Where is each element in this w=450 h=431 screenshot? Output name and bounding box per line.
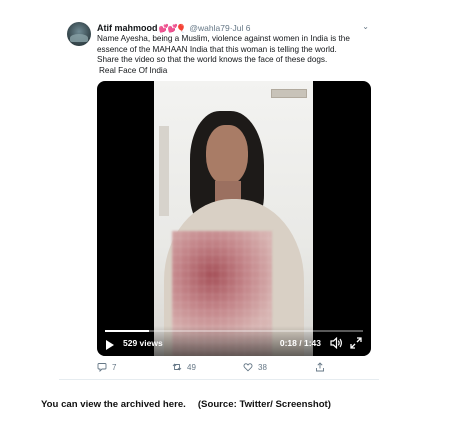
display-name[interactable]: Atif mahmood bbox=[97, 23, 158, 33]
tweet-text: Name Ayesha, being a Muslim, violence ag… bbox=[97, 34, 387, 76]
reply-button[interactable]: 7 bbox=[97, 362, 116, 372]
video-frame bbox=[154, 81, 313, 356]
retweet-count: 49 bbox=[187, 362, 196, 372]
tweet-text-line: Share the video so that the world knows … bbox=[97, 55, 328, 65]
avatar[interactable] bbox=[67, 22, 91, 46]
tweet-card[interactable]: Atif mahmood 💕💕🎈 @wahla79 · Jul 6 ⌄ Name… bbox=[59, 10, 379, 380]
fullscreen-icon[interactable] bbox=[350, 337, 362, 349]
progress-bar[interactable] bbox=[105, 330, 363, 332]
divider bbox=[59, 379, 379, 380]
retweet-icon bbox=[172, 363, 182, 371]
reply-icon bbox=[97, 363, 107, 372]
tweet-text-line: Real Face Of India bbox=[99, 65, 168, 75]
progress-fill bbox=[105, 330, 149, 332]
like-button[interactable]: 38 bbox=[243, 362, 267, 372]
share-icon bbox=[316, 362, 324, 372]
play-icon[interactable] bbox=[106, 340, 114, 350]
volume-icon[interactable] bbox=[330, 337, 343, 349]
view-count: 529 views bbox=[123, 338, 163, 348]
user-handle[interactable]: @wahla79 bbox=[189, 23, 229, 33]
reply-count: 7 bbox=[112, 362, 117, 372]
tweet-header: Atif mahmood 💕💕🎈 @wahla79 · Jul 6 ⌄ bbox=[97, 21, 373, 35]
retweet-button[interactable]: 49 bbox=[172, 362, 196, 372]
image-caption: You can view the archived here. (Source: … bbox=[41, 399, 441, 410]
caption-text: You can view the archived here. bbox=[41, 399, 186, 410]
person-face bbox=[206, 125, 248, 185]
tweet-text-line: Name Ayesha, being a Muslim, violence ag… bbox=[97, 34, 350, 43]
chevron-down-icon[interactable]: ⌄ bbox=[362, 22, 369, 31]
caption-source: (Source: Twitter/ Screenshot) bbox=[197, 399, 331, 410]
like-icon bbox=[243, 363, 253, 372]
tweet-date[interactable]: Jul 6 bbox=[233, 23, 251, 33]
video-controls: 529 views 0:18 / 1:43 bbox=[97, 326, 371, 356]
tweet-actions: 7 49 38 bbox=[97, 362, 371, 376]
wall-object bbox=[271, 89, 307, 98]
video-time: 0:18 / 1:43 bbox=[279, 338, 321, 348]
name-emoji: 💕💕🎈 bbox=[158, 23, 187, 33]
door bbox=[159, 126, 169, 216]
tweet-text-line: essence of the MAHAAN India that this wo… bbox=[97, 44, 337, 54]
share-button[interactable] bbox=[315, 362, 330, 372]
video-player[interactable]: 529 views 0:18 / 1:43 bbox=[97, 81, 371, 356]
like-count: 38 bbox=[258, 362, 267, 372]
